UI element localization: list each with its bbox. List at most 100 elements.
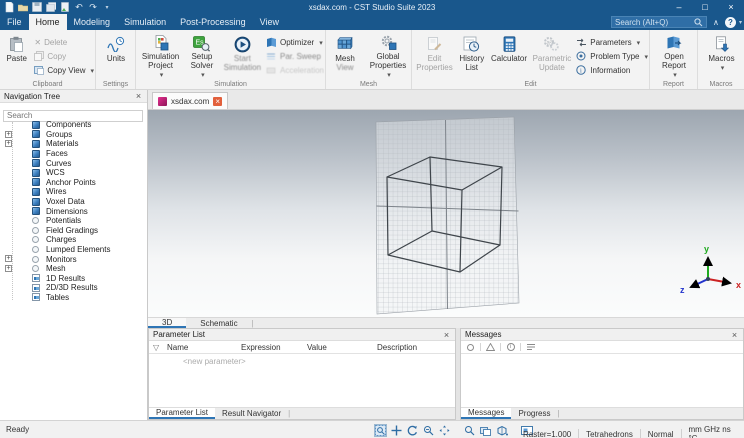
acceleration-button[interactable]: Acceleration bbox=[266, 63, 324, 77]
rotate-icon[interactable] bbox=[406, 424, 419, 437]
tree-item-1d-results[interactable]: 1D Results bbox=[0, 274, 147, 284]
units-button[interactable]: Units bbox=[99, 32, 133, 80]
tree-item-anchor-points[interactable]: Anchor Points bbox=[0, 178, 147, 188]
tree-item-mesh[interactable]: Mesh bbox=[0, 264, 147, 274]
calculator-button[interactable]: Calculator bbox=[489, 32, 530, 80]
import-icon[interactable] bbox=[60, 1, 70, 12]
save-all-icon[interactable] bbox=[46, 2, 56, 12]
column-expression[interactable]: Expression bbox=[241, 343, 281, 352]
expand-icon[interactable] bbox=[5, 264, 12, 272]
open-report-button[interactable]: Open Report bbox=[653, 32, 695, 80]
parametric-update-button[interactable]: a² Parametric Update bbox=[530, 32, 575, 80]
navigation-tree-close-icon[interactable] bbox=[134, 91, 143, 101]
tree-item-voxel-data[interactable]: Voxel Data bbox=[0, 197, 147, 207]
expand-icon[interactable] bbox=[5, 255, 12, 263]
messages-close-icon[interactable] bbox=[730, 330, 739, 340]
tree-item-groups[interactable]: Groups bbox=[0, 130, 147, 140]
column-value[interactable]: Value bbox=[307, 343, 327, 352]
tree-item-faces[interactable]: Faces bbox=[0, 149, 147, 159]
help-dropdown-icon[interactable]: ▾ bbox=[739, 19, 742, 26]
tab-simulation[interactable]: Simulation bbox=[117, 14, 173, 30]
column-name[interactable]: Name bbox=[167, 343, 188, 352]
open-report-dropdown-icon[interactable] bbox=[662, 70, 686, 80]
tree-item-charges[interactable]: Charges bbox=[0, 235, 147, 245]
zoom-in-icon[interactable] bbox=[463, 424, 476, 437]
global-properties-button[interactable]: Global Properties bbox=[366, 32, 410, 80]
paste-button[interactable]: Paste bbox=[2, 32, 31, 80]
mesh-view-button[interactable]: Mesh View bbox=[328, 32, 362, 80]
tab-modeling[interactable]: Modeling bbox=[67, 14, 118, 30]
bounding-box-icon[interactable] bbox=[495, 424, 508, 437]
history-list-button[interactable]: History List bbox=[455, 32, 489, 80]
parameter-list-close-icon[interactable] bbox=[442, 330, 451, 340]
copy-view-dropdown-icon[interactable] bbox=[88, 66, 94, 75]
filter-icon[interactable] bbox=[153, 343, 159, 352]
open-file-icon[interactable] bbox=[18, 2, 28, 12]
tab-3d[interactable]: 3D bbox=[148, 318, 187, 328]
redo-icon[interactable]: ↷ bbox=[88, 2, 98, 12]
copy-view-button[interactable]: Copy View bbox=[34, 63, 94, 77]
pan-icon[interactable] bbox=[390, 424, 403, 437]
qat-dropdown-icon[interactable]: ▾ bbox=[102, 2, 112, 12]
maximize-button[interactable]: □ bbox=[692, 0, 718, 14]
message-options-icon[interactable] bbox=[526, 343, 535, 352]
new-file-icon[interactable] bbox=[4, 1, 14, 12]
document-tab-close-icon[interactable] bbox=[213, 96, 223, 106]
tree-item-materials[interactable]: Materials bbox=[0, 139, 147, 149]
simulation-project-dropdown-icon[interactable] bbox=[142, 70, 179, 80]
tree-item-wires[interactable]: Wires bbox=[0, 187, 147, 197]
information-button[interactable]: i Information bbox=[576, 63, 648, 77]
tab-view[interactable]: View bbox=[253, 14, 286, 30]
par-sweep-button[interactable]: Par. Sweep bbox=[266, 49, 324, 63]
delete-button[interactable]: ✕ Delete bbox=[34, 35, 94, 49]
info-filter-icon[interactable] bbox=[506, 343, 515, 352]
tab-schematic[interactable]: Schematic bbox=[186, 318, 251, 328]
tree-item-curves[interactable]: Curves bbox=[0, 158, 147, 168]
setup-solver-button[interactable]: Es Setup Solver bbox=[183, 32, 221, 80]
macros-dropdown-icon[interactable] bbox=[708, 63, 734, 73]
tree-item-lumped-elements[interactable]: Lumped Elements bbox=[0, 245, 147, 255]
tab-result-navigator[interactable]: Result Navigator bbox=[215, 408, 288, 419]
copy-button[interactable]: Copy bbox=[34, 49, 94, 63]
expand-icon[interactable] bbox=[5, 130, 12, 138]
warnings-filter-icon[interactable] bbox=[486, 343, 495, 352]
zoom-fit-icon[interactable] bbox=[374, 423, 387, 437]
tree-item-monitors[interactable]: Monitors bbox=[0, 254, 147, 264]
collapse-ribbon-icon[interactable] bbox=[710, 18, 722, 27]
problem-type-dropdown-icon[interactable] bbox=[642, 52, 648, 61]
ribbon-search-input[interactable]: Search (Alt+Q) bbox=[610, 16, 707, 28]
tree-item-dimensions[interactable]: Dimensions bbox=[0, 206, 147, 216]
minimize-button[interactable]: – bbox=[666, 0, 692, 14]
tab-file[interactable]: File bbox=[0, 14, 29, 30]
save-icon[interactable] bbox=[32, 2, 42, 12]
column-description[interactable]: Description bbox=[377, 343, 417, 352]
document-tab[interactable]: xsdax.com bbox=[152, 92, 229, 109]
simulation-project-button[interactable]: Simulation Project bbox=[138, 32, 183, 80]
tree-item-components[interactable]: Components bbox=[0, 120, 147, 130]
tree-item-2d3d-results[interactable]: 2D/3D Results bbox=[0, 283, 147, 293]
parameters-dropdown-icon[interactable] bbox=[635, 38, 641, 47]
new-parameter-row[interactable]: <new parameter> bbox=[183, 357, 246, 366]
dynamic-zoom-icon[interactable] bbox=[438, 424, 451, 437]
optimizer-dropdown-icon[interactable] bbox=[317, 38, 323, 47]
edit-properties-button[interactable]: Edit Properties bbox=[414, 32, 455, 80]
status-units[interactable]: mm GHz ns °C bbox=[681, 425, 744, 438]
parameters-button[interactable]: Parameters bbox=[576, 35, 648, 49]
tab-home[interactable]: Home bbox=[28, 14, 67, 30]
tree-item-field-gradings[interactable]: Field Gradings bbox=[0, 226, 147, 236]
zoom-window-icon[interactable] bbox=[422, 424, 435, 437]
setup-solver-dropdown-icon[interactable] bbox=[191, 70, 214, 80]
errors-filter-icon[interactable] bbox=[466, 343, 475, 352]
expand-icon[interactable] bbox=[5, 140, 12, 148]
tree-item-potentials[interactable]: Potentials bbox=[0, 216, 147, 226]
status-raster[interactable]: Raster=1.000 bbox=[516, 430, 578, 438]
optimizer-button[interactable]: Optimizer bbox=[266, 35, 324, 49]
tab-post-processing[interactable]: Post-Processing bbox=[173, 14, 253, 30]
status-view-mode[interactable]: Normal bbox=[641, 430, 681, 438]
viewport-3d[interactable]: y x z bbox=[148, 110, 744, 317]
start-simulation-button[interactable]: Start Simulation bbox=[221, 32, 264, 80]
global-properties-dropdown-icon[interactable] bbox=[370, 70, 406, 80]
multiple-views-icon[interactable] bbox=[479, 424, 492, 437]
tab-messages[interactable]: Messages bbox=[461, 408, 512, 419]
tree-item-wcs[interactable]: WCS bbox=[0, 168, 147, 178]
